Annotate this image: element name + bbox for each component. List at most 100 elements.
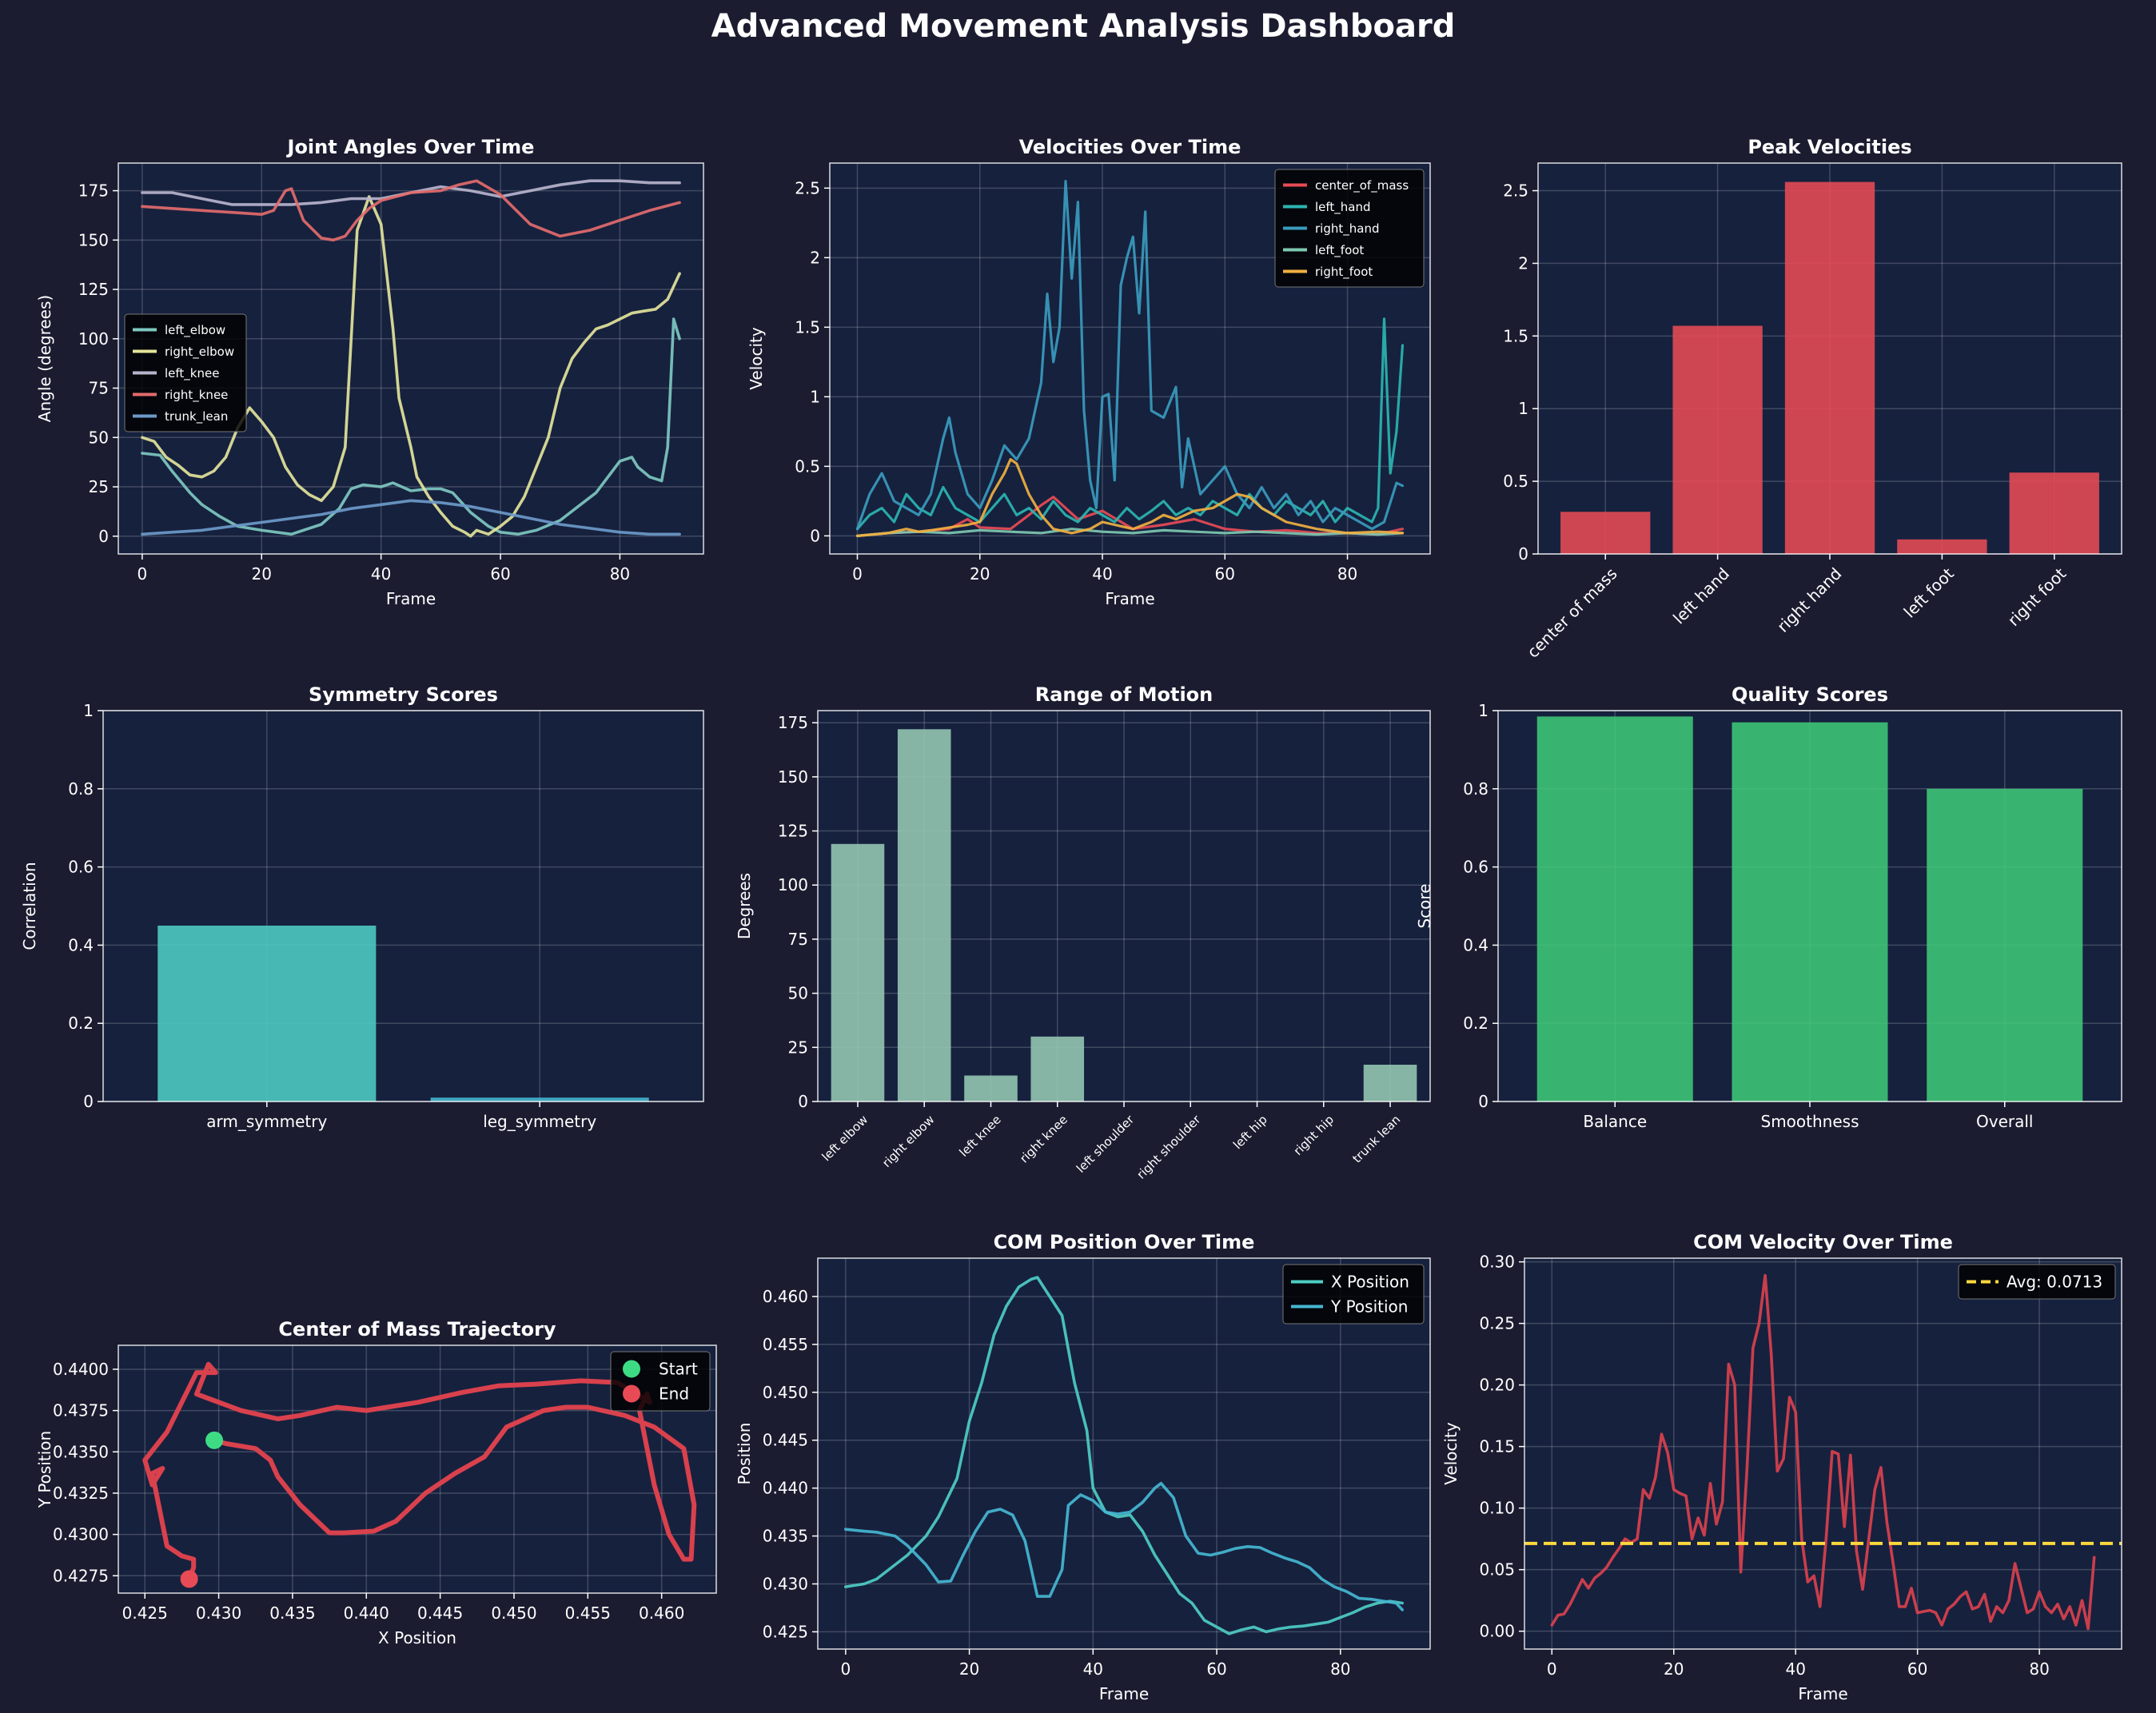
y-tick-label: 0.2 <box>68 1014 94 1033</box>
y-tick-label: 0 <box>1478 1092 1488 1111</box>
y-tick-label: 0.4350 <box>53 1442 109 1461</box>
y-tick-label: 100 <box>78 329 109 349</box>
x-tick-label: Balance <box>1583 1112 1647 1131</box>
panel-velocities: 0 0.5 1 1.5 2 2.5 Velocity 0 20 40 60 80 Frame Veloci… <box>747 136 1431 608</box>
y-tick-label: 0.4325 <box>53 1484 109 1503</box>
x-axis-label: Frame <box>1798 1684 1847 1703</box>
y-tick-label: 0 <box>83 1092 94 1111</box>
y-tick-label: 0 <box>810 526 820 545</box>
chart-title: Velocities Over Time <box>1019 136 1241 158</box>
legend: center_of_mass left_hand right_hand left_fo… <box>1274 169 1425 288</box>
x-tick-label: 0.440 <box>344 1603 389 1623</box>
x-tick-label: 20 <box>1664 1659 1684 1679</box>
y-tick-label: 125 <box>78 280 109 299</box>
legend: X Position Y Position <box>1282 1264 1425 1325</box>
y-tick-label: 2 <box>810 248 820 267</box>
plot-area <box>1524 1258 2122 1649</box>
panel-joint-angles: 0 25 50 75 100 125 150 175 Angle (degrees) 0 20 40 6… <box>35 136 704 608</box>
y-axis-label: Correlation <box>20 862 39 950</box>
y-tick-label: 0.450 <box>763 1383 808 1402</box>
y-tick-label: 1 <box>83 701 94 720</box>
panel-quality: 0 0.2 0.4 0.6 0.8 1 Score Balance Smoothness Over… <box>1415 683 2122 1131</box>
y-tick-label: 0.5 <box>795 456 820 476</box>
legend-label: left_foot <box>1315 243 1364 258</box>
legend-marker <box>623 1384 640 1403</box>
x-tick-label: 0 <box>137 564 148 584</box>
y-tick-label: 0.20 <box>1479 1376 1515 1395</box>
bar-smoothness <box>1732 722 1888 1101</box>
legend-label: trunk_lean <box>165 409 228 424</box>
y-tick-label: 0.455 <box>763 1335 808 1354</box>
chart-title: Quality Scores <box>1732 683 1888 706</box>
y-tick-label: 1 <box>1518 399 1528 418</box>
bar-left-hand <box>1672 325 1763 554</box>
bar-right-hand <box>1784 181 1875 555</box>
x-tick-label: 0.430 <box>196 1603 241 1623</box>
panel-com-position: 0.425 0.430 0.435 0.440 0.445 0.450 0.455 0.460… <box>735 1231 1431 1703</box>
y-axis-label: Velocity <box>747 327 766 390</box>
bar-right-elbow <box>897 729 951 1101</box>
y-tick-label: 0.8 <box>68 779 94 799</box>
x-tick-label: 80 <box>1330 1659 1350 1679</box>
legend-label: right_hand <box>1315 221 1379 237</box>
legend-label: left_elbow <box>165 323 225 338</box>
x-axis-label: Frame <box>1099 1684 1149 1703</box>
y-tick-label: 0 <box>98 527 109 546</box>
panel-com-velocity: 0.00 0.05 0.10 0.15 0.20 0.25 0.30 Velocity 0 20 4… <box>1441 1231 2122 1703</box>
x-tick-label: 0 <box>840 1659 851 1679</box>
x-tick-label: 0.450 <box>491 1603 536 1623</box>
bar-right-knee <box>1030 1036 1085 1101</box>
x-axis-label: X Position <box>378 1628 456 1647</box>
x-tick-label: Smoothness <box>1761 1112 1859 1131</box>
y-tick-label: 0.4300 <box>53 1525 109 1544</box>
legend-label: End <box>659 1384 689 1404</box>
y-axis-label: Degrees <box>735 873 754 939</box>
y-tick-label: 0.05 <box>1479 1560 1515 1580</box>
y-tick-label: 0.2 <box>1463 1014 1488 1033</box>
dashboard-title: Advanced Movement Analysis Dashboard <box>711 8 1456 45</box>
y-tick-label: 1 <box>810 387 820 406</box>
x-tick-label: 80 <box>1337 564 1357 584</box>
x-tick-label: 60 <box>1907 1659 1927 1679</box>
chart-title: Peak Velocities <box>1748 136 1911 158</box>
legend-label: left_hand <box>1315 200 1371 215</box>
x-tick-label: 0.425 <box>122 1603 168 1623</box>
dashboard: Advanced Movement Analysis Dashboard 025… <box>0 0 2156 1713</box>
y-tick-label: 150 <box>778 767 808 787</box>
y-tick-label: 0 <box>1518 544 1528 564</box>
y-tick-label: 0.4 <box>1463 935 1488 954</box>
start-marker <box>205 1431 224 1449</box>
x-tick-label: 60 <box>490 564 510 584</box>
bar-overall <box>1927 788 2083 1101</box>
y-tick-label: 1 <box>1478 701 1488 720</box>
y-tick-label: 0.6 <box>68 858 94 877</box>
y-tick-label: 175 <box>78 181 109 201</box>
y-tick-label: 0.15 <box>1479 1437 1515 1456</box>
y-tick-label: 0.425 <box>763 1622 808 1641</box>
x-tick-label: Overall <box>1976 1112 2033 1131</box>
chart-title: COM Position Over Time <box>994 1231 1255 1253</box>
y-tick-label: 50 <box>788 984 808 1003</box>
end-marker <box>180 1570 198 1588</box>
y-tick-label: 75 <box>89 379 109 398</box>
x-tick-label: 0 <box>1547 1659 1557 1679</box>
bar-left-foot <box>1897 539 1987 554</box>
chart-title: COM Velocity Over Time <box>1693 1231 1953 1253</box>
y-tick-label: 0.435 <box>763 1527 808 1546</box>
x-tick-label: 60 <box>1215 564 1235 584</box>
y-tick-label: 25 <box>89 477 109 496</box>
y-tick-label: 0.25 <box>1479 1314 1515 1333</box>
x-tick-label: 40 <box>371 564 391 584</box>
y-axis-label: Velocity <box>1441 1422 1461 1485</box>
y-tick-label: 0.440 <box>763 1479 808 1498</box>
y-tick-label: 0.8 <box>1463 779 1488 799</box>
x-axis-label: Frame <box>386 589 436 608</box>
x-tick-label: 0.455 <box>565 1603 611 1623</box>
y-tick-label: 125 <box>778 822 808 841</box>
y-tick-label: 0.460 <box>763 1287 808 1306</box>
y-tick-label: 0 <box>798 1092 808 1111</box>
legend: left_elbow right_elbow left_knee right_knee… <box>124 313 247 432</box>
bar-left-elbow <box>831 843 885 1101</box>
x-tick-label: 60 <box>1206 1659 1226 1679</box>
x-tick-label: 0.435 <box>269 1603 315 1623</box>
